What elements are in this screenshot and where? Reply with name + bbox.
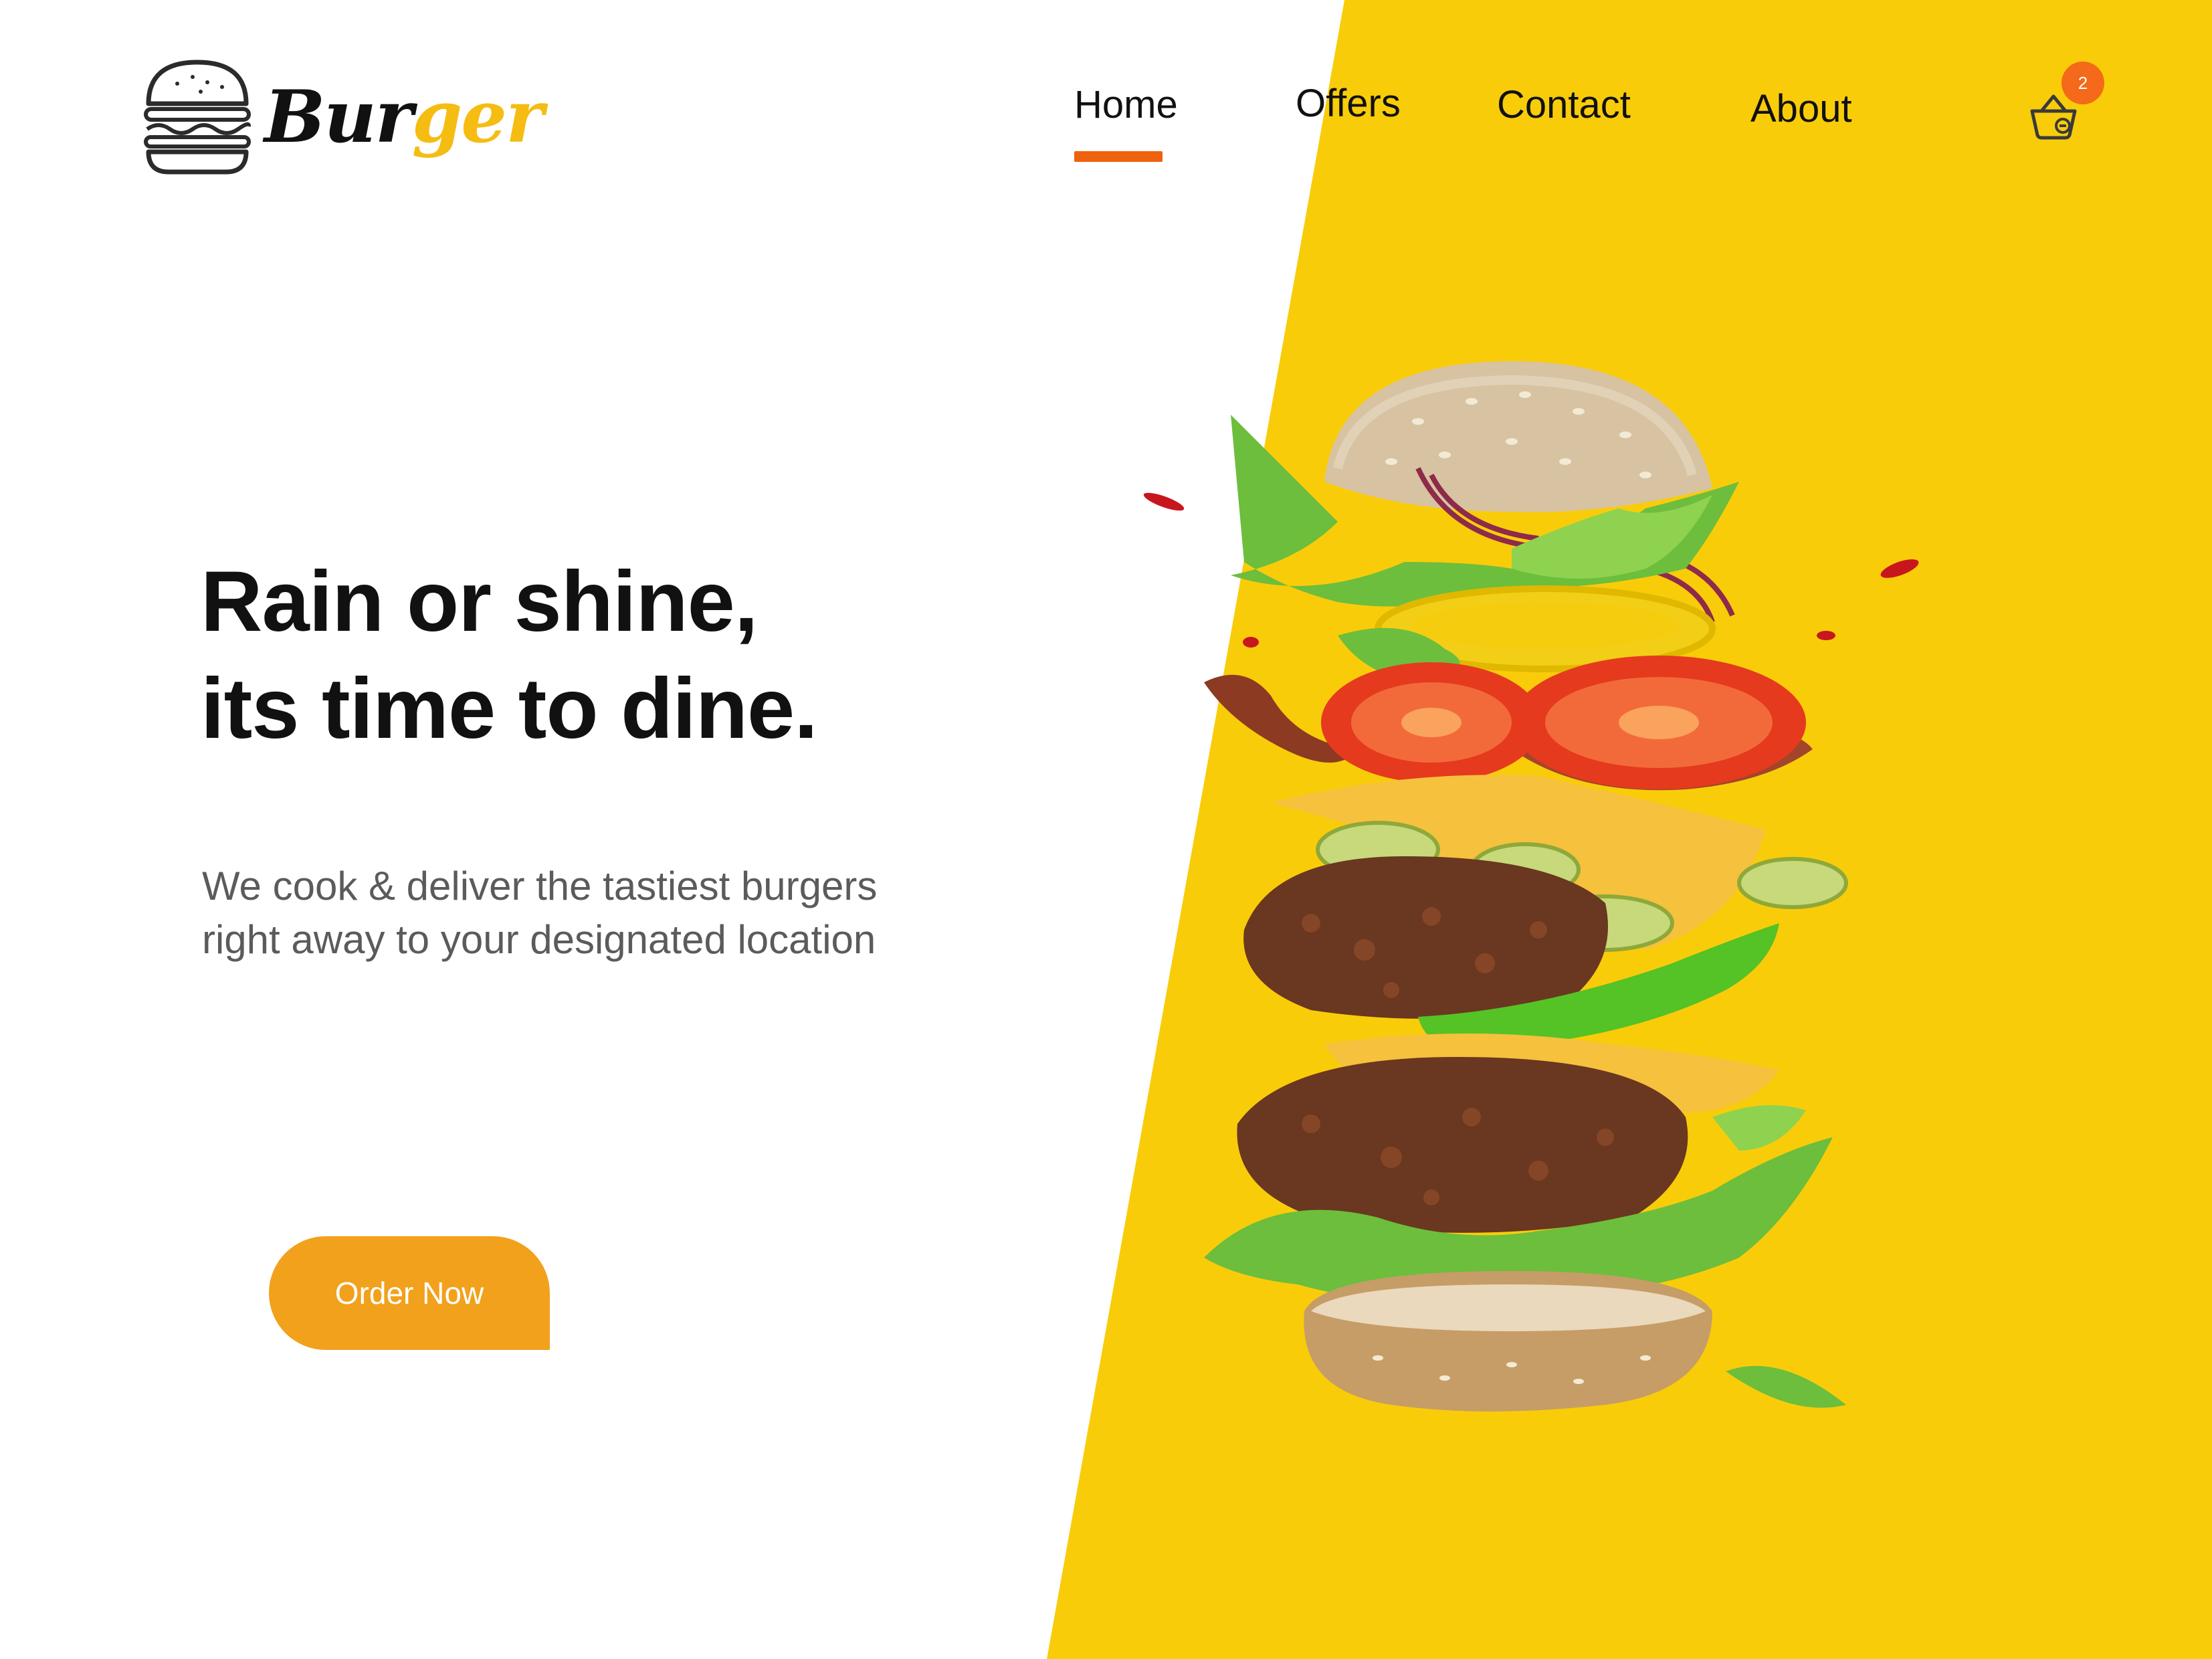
- bottom-bun: [1304, 1271, 1712, 1411]
- hero-subtitle: We cook & deliver the tastiest burgers r…: [202, 860, 877, 967]
- nav-item-offers[interactable]: Offers: [1296, 80, 1401, 127]
- hero-subtitle-line2: right away to your designated location: [202, 917, 876, 962]
- nav-item-about[interactable]: About: [1750, 86, 1852, 132]
- burger-hero-image: [1143, 361, 1919, 1411]
- brand-name-part1: Bur: [264, 75, 413, 159]
- brand-logo[interactable]: Burger: [140, 57, 544, 177]
- stray-leaf: [1726, 1365, 1846, 1408]
- tomato-slices: [1321, 656, 1806, 789]
- top-bun: [1324, 361, 1712, 512]
- top-patty: [1243, 856, 1608, 1019]
- hero-title-line2: its time to dine.: [201, 661, 818, 757]
- cart-button[interactable]: 2: [2027, 62, 2104, 149]
- hero-title-line1: Rain or shine,: [201, 554, 758, 650]
- nav-item-home[interactable]: Home: [1074, 82, 1178, 128]
- order-now-button[interactable]: Order Now: [269, 1236, 550, 1350]
- cart-count-badge: 2: [2062, 62, 2104, 104]
- brand-name: Burger: [264, 70, 544, 164]
- active-nav-indicator: [1074, 151, 1163, 162]
- hero-subtitle-line1: We cook & deliver the tastiest burgers: [202, 864, 878, 908]
- nav-item-contact[interactable]: Contact: [1497, 82, 1631, 128]
- bottom-patty: [1237, 1057, 1688, 1233]
- landing-page: Burger Home Offers Contact About 2 Rain …: [0, 0, 2212, 1659]
- hero-title: Rain or shine, its time to dine.: [201, 549, 818, 763]
- burger-icon: [144, 60, 252, 175]
- brand-name-part2: ger: [411, 75, 544, 159]
